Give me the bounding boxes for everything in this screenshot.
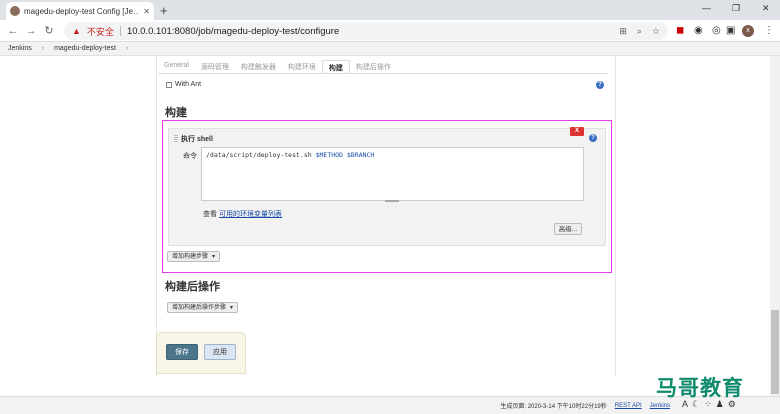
tab-general[interactable]: General: [158, 60, 195, 73]
with-ant-label: With Ant: [175, 81, 202, 88]
scrollbar-thumb[interactable]: [771, 310, 779, 394]
tab-post-build[interactable]: 构建后操作: [350, 60, 397, 73]
forward-button[interactable]: →: [22, 25, 40, 37]
text-icon[interactable]: A: [682, 399, 688, 410]
jenkins-version-link[interactable]: Jenkins: [650, 403, 670, 409]
breadcrumb-jenkins[interactable]: Jenkins: [8, 45, 32, 52]
rest-api-link[interactable]: REST API: [615, 403, 642, 409]
env-vars-line: 查看 可用的环境变量列表: [203, 209, 282, 219]
breadcrumb-separator-icon: ›: [125, 45, 129, 52]
env-vars-link[interactable]: 可用的环境变量列表: [219, 211, 282, 218]
shell-step-header: 执行 shell: [174, 134, 213, 144]
back-button[interactable]: ←: [4, 25, 22, 37]
maximize-button[interactable]: ❐: [732, 3, 740, 14]
shell-step-title: 执行 shell: [181, 136, 213, 143]
add-post-build-label: 增加构建后操作步骤: [172, 304, 227, 311]
add-post-build-step-button[interactable]: 增加构建后操作步骤 ▾: [167, 302, 239, 313]
drag-handle-icon[interactable]: [174, 135, 178, 143]
command-textarea[interactable]: /data/script/deploy-test.sh $METHOD $BRA…: [201, 147, 584, 201]
extension-icon-3[interactable]: ▣: [726, 25, 735, 36]
dropdown-arrow-icon: ▾: [212, 253, 216, 260]
save-button[interactable]: 保存: [166, 344, 198, 360]
delete-step-button[interactable]: X: [570, 127, 584, 136]
insecure-label: 不安全: [86, 26, 114, 37]
dropdown-arrow-icon: ▾: [230, 304, 234, 311]
extension-icon[interactable]: ◉: [694, 25, 703, 36]
shell-help-icon[interactable]: ?: [589, 134, 597, 142]
tab-triggers[interactable]: 构建触发器: [235, 60, 282, 73]
build-section-title: 构建: [165, 107, 187, 119]
add-build-step-label: 增加构建步骤: [172, 253, 209, 260]
extension-icon-2[interactable]: ◎: [712, 25, 721, 36]
add-build-step-button[interactable]: 增加构建步骤 ▾: [167, 251, 221, 262]
watermark-logo: 马哥教育: [656, 376, 744, 400]
tab-title: magedu-deploy-test Config [Je…: [24, 6, 140, 16]
browser-tab[interactable]: magedu-deploy-test Config [Je… ✕: [6, 2, 154, 20]
config-tab-bar: General 源码管理 构建触发器 构建环境 构建 构建后操作: [158, 60, 397, 73]
window-close-button[interactable]: ✕: [762, 3, 770, 14]
with-ant-checkbox[interactable]: [166, 81, 172, 88]
with-ant-option[interactable]: With Ant: [166, 81, 201, 88]
tab-build-env[interactable]: 构建环境: [282, 60, 322, 73]
zoom-icon[interactable]: ⌕: [637, 26, 642, 37]
breadcrumb: Jenkins › magedu-deploy-test ›: [0, 42, 780, 56]
post-build-section-title: 构建后操作: [165, 281, 220, 293]
tab-close-icon[interactable]: ✕: [143, 7, 150, 16]
help-icon[interactable]: ?: [596, 81, 604, 89]
address-bar[interactable]: ▲ 不安全 10.0.0.101:8080/job/magedu-deploy-…: [64, 22, 668, 40]
advanced-button[interactable]: 高级...: [554, 223, 582, 235]
jenkins-favicon-icon: [10, 6, 20, 16]
apply-button[interactable]: 应用: [204, 344, 236, 360]
textarea-resize-handle[interactable]: [385, 200, 399, 202]
tab-scm[interactable]: 源码管理: [195, 60, 235, 73]
env-prefix: 查看: [203, 211, 219, 218]
command-script: /data/script/deploy-test.sh: [206, 151, 316, 159]
settings-icon[interactable]: ⚙: [728, 399, 736, 410]
bookmark-star-icon[interactable]: ☆: [652, 26, 660, 37]
tab-build[interactable]: 构建: [321, 60, 350, 73]
pdf-extension-icon[interactable]: ◼: [676, 25, 684, 36]
moon-icon[interactable]: ☾: [692, 399, 700, 410]
minimize-button[interactable]: —: [702, 3, 711, 13]
reload-button[interactable]: ↻: [40, 24, 58, 37]
browser-tab-strip: magedu-deploy-test Config [Je… ✕ + — ❐ ✕: [0, 0, 780, 20]
command-variables: $METHOD $BRANCH: [315, 151, 375, 159]
generated-time: 生成页面: 2020-3-14 下午10时22分19秒: [500, 404, 607, 410]
command-label: 命令: [183, 153, 197, 160]
browser-toolbar: ← → ↻ ▲ 不安全 10.0.0.101:8080/job/magedu-d…: [0, 20, 780, 42]
overlay-toolbar: A ☾ ⁘ ♟ ⚙: [682, 399, 736, 410]
warning-icon: ▲: [72, 26, 81, 36]
translate-icon[interactable]: ⊞: [619, 26, 627, 37]
shirt-icon[interactable]: ♟: [716, 399, 724, 410]
breadcrumb-separator-icon: ›: [41, 45, 45, 52]
new-tab-button[interactable]: +: [160, 3, 168, 18]
url-text[interactable]: 10.0.0.101:8080/job/magedu-deploy-test/c…: [127, 26, 339, 37]
breadcrumb-job[interactable]: magedu-deploy-test: [54, 45, 116, 52]
dots-icon[interactable]: ⁘: [704, 399, 712, 410]
profile-avatar[interactable]: x: [742, 25, 754, 37]
browser-menu-icon[interactable]: ⋮: [764, 25, 774, 36]
